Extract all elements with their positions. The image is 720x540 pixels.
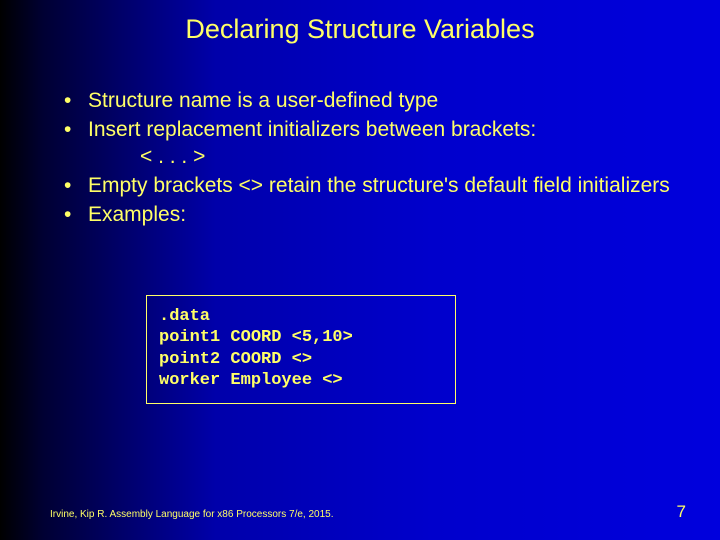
bullet-list: Structure name is a user-defined type In…	[60, 88, 670, 228]
bullet-item: Empty brackets <> retain the structure's…	[60, 173, 670, 200]
code-example: .data point1 COORD <5,10> point2 COORD <…	[159, 306, 443, 391]
bullet-subtext: < . . . >	[140, 144, 670, 171]
slide-body: Structure name is a user-defined type In…	[60, 88, 670, 230]
bullet-text: Empty brackets <> retain the structure's…	[88, 174, 670, 197]
code-example-box: .data point1 COORD <5,10> point2 COORD <…	[146, 295, 456, 404]
bullet-text: Examples:	[88, 203, 186, 226]
bullet-text: Structure name is a user-defined type	[88, 89, 438, 112]
footer-citation: Irvine, Kip R. Assembly Language for x86…	[50, 509, 334, 520]
bullet-text: Insert replacement initializers between …	[88, 118, 536, 141]
bullet-item: Examples:	[60, 202, 670, 229]
slide: Declaring Structure Variables Structure …	[0, 0, 720, 540]
bullet-item: Insert replacement initializers between …	[60, 117, 670, 171]
page-number: 7	[677, 502, 686, 522]
bullet-item: Structure name is a user-defined type	[60, 88, 670, 115]
slide-title: Declaring Structure Variables	[0, 14, 720, 45]
